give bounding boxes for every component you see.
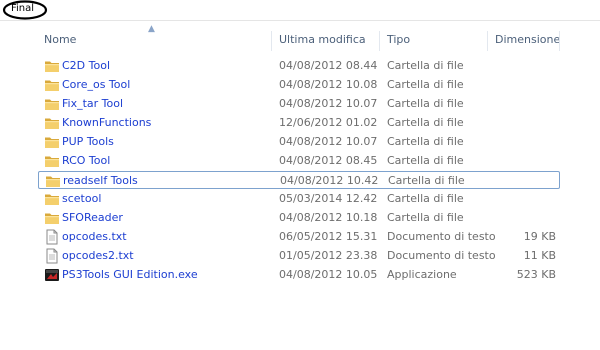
file-size [493,190,556,208]
folder-icon [44,153,60,169]
file-type: Cartella di file [387,97,464,110]
folder-row[interactable]: RCO Tool 04/08/2012 08.45 Cartella di file [38,152,560,170]
file-size: 523 KB [516,268,556,281]
folder-icon [44,115,60,131]
file-modified-date: 04/08/2012 10.05 [279,268,378,281]
folder-icon [44,77,60,93]
file-type: Cartella di file [387,59,464,72]
file-modified-date: 04/08/2012 08.44 [279,59,378,72]
file-row[interactable]: PS3Tools GUI Edition.exe 04/08/2012 10.05… [38,266,560,284]
file-modified-date: 01/05/2012 23.38 [279,249,378,262]
file-name: PUP Tools [62,135,114,148]
file-name: opcodes.txt [62,230,127,243]
file-size [493,209,556,227]
file-type: Cartella di file [387,116,464,129]
column-header-row: Nome ▲ Ultima modifica Tipo Dimensione [38,24,561,53]
file-modified-date: 04/08/2012 10.42 [280,174,379,187]
text-file-icon [44,229,60,245]
file-modified-date: 04/08/2012 10.08 [279,78,378,91]
folder-row[interactable]: KnownFunctions 12/06/2012 01.02 Cartella d… [38,114,560,132]
file-type: Cartella di file [387,78,464,91]
file-type: Cartella di file [387,192,464,205]
folder-icon [44,134,60,150]
file-name: Fix_tar Tool [62,97,124,110]
file-row[interactable]: opcodes.txt 06/05/2012 15.31 Documento di … [38,228,560,246]
file-modified-date: 04/08/2012 10.07 [279,97,378,110]
file-type: Cartella di file [387,154,464,167]
file-name: PS3Tools GUI Edition.exe [62,268,198,281]
file-modified-date: 12/06/2012 01.02 [279,116,378,129]
column-divider[interactable] [271,31,272,51]
folder-icon [44,96,60,112]
folder-row[interactable]: SFOReader 04/08/2012 10.18 Cartella di fil… [38,209,560,227]
column-header-modified-label: Ultima modifica [279,33,366,46]
column-header-size[interactable]: Dimensione [489,27,561,53]
column-divider[interactable] [379,31,380,51]
file-type: Documento di testo [387,230,496,243]
file-type: Cartella di file [387,211,464,224]
folder-row[interactable]: readself Tools 04/08/2012 10.42 Cartella d… [38,171,560,189]
column-header-modified[interactable]: Ultima modifica [273,27,379,53]
text-file-icon [44,248,60,264]
sort-ascending-icon: ▲ [148,24,155,34]
folder-icon [44,58,60,74]
file-size [493,76,556,94]
breadcrumb-bar: Final [0,0,600,21]
file-name: SFOReader [62,211,123,224]
folder-row[interactable]: Core_os Tool 04/08/2012 10.08 Cartella di … [38,76,560,94]
file-size [493,133,556,151]
file-modified-date: 05/03/2014 12.42 [279,192,378,205]
folder-row[interactable]: PUP Tools 04/08/2012 10.07 Cartella di fil… [38,133,560,151]
file-name: readself Tools [63,174,138,187]
folder-icon [44,210,60,226]
folder-icon [44,191,60,207]
folder-row[interactable]: scetool 05/03/2014 12.42 Cartella di file [38,190,560,208]
file-name: KnownFunctions [62,116,152,129]
file-name: RCO Tool [62,154,111,167]
file-type: Cartella di file [388,174,465,187]
file-modified-date: 04/08/2012 08.45 [279,154,378,167]
file-modified-date: 04/08/2012 10.07 [279,135,378,148]
column-header-size-label: Dimensione [495,33,561,46]
column-divider[interactable] [487,31,488,51]
column-header-type-label: Tipo [387,33,411,46]
column-divider[interactable] [559,31,560,51]
folder-row[interactable]: Fix_tar Tool 04/08/2012 10.07 Cartella di … [38,95,560,113]
file-name: scetool [62,192,102,205]
file-size: 19 KB [523,230,556,243]
file-size [493,57,556,75]
breadcrumb-folder-name[interactable]: Final [11,3,34,14]
file-type: Cartella di file [387,135,464,148]
column-header-type[interactable]: Tipo [381,27,487,53]
file-modified-date: 06/05/2012 15.31 [279,230,378,243]
file-size [493,114,556,132]
file-size: 11 KB [523,249,556,262]
folder-icon [45,173,61,189]
file-name: C2D Tool [62,59,111,72]
file-name: Core_os Tool [62,78,131,91]
file-size [494,172,557,190]
file-size [493,152,556,170]
file-type: Documento di testo [387,249,496,262]
file-row[interactable]: opcodes2.txt 01/05/2012 23.38 Documento di… [38,247,560,265]
file-size [493,95,556,113]
file-name: opcodes2.txt [62,249,134,262]
exe-app-icon [44,267,60,283]
folder-row[interactable]: C2D Tool 04/08/2012 08.44 Cartella di file [38,57,560,75]
file-type: Applicazione [387,268,457,281]
file-modified-date: 04/08/2012 10.18 [279,211,378,224]
column-header-name-label: Nome [44,33,77,46]
